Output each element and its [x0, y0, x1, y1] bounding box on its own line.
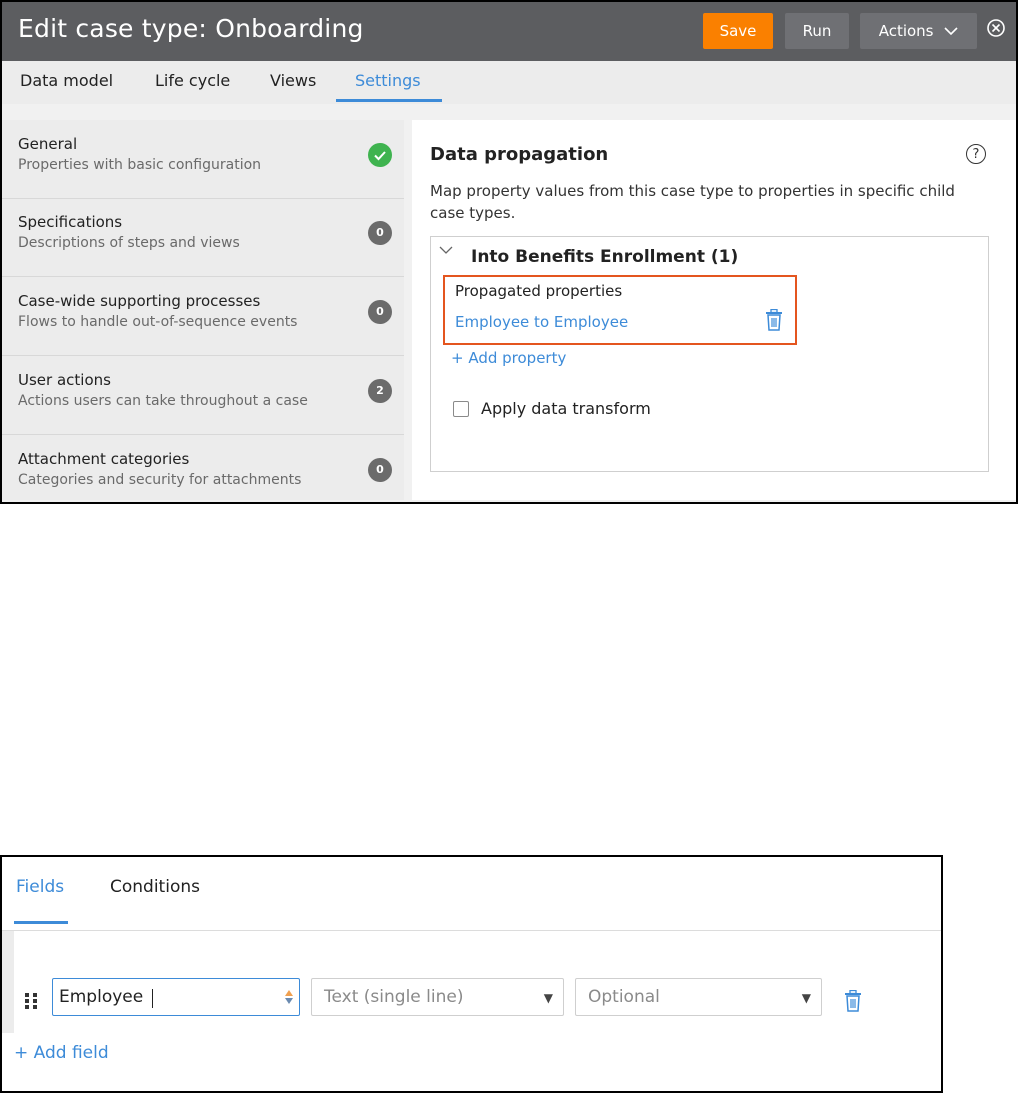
- field-required-select[interactable]: Optional ▼: [575, 978, 822, 1016]
- sidebar-item-general[interactable]: General Properties with basic configurat…: [2, 120, 404, 199]
- tab-conditions[interactable]: Conditions: [110, 877, 200, 897]
- tab-fields[interactable]: Fields: [16, 877, 64, 897]
- sidebar-item-description: Descriptions of steps and views: [18, 235, 240, 251]
- sidebar-item-label: Specifications: [18, 213, 123, 231]
- sidebar-item-label: Case-wide supporting processes: [18, 292, 261, 310]
- check-icon: [368, 143, 392, 167]
- sidebar-item-description: Actions users can take throughout a case: [18, 393, 308, 409]
- chevron-down-icon: [944, 22, 958, 40]
- active-tab-indicator: [336, 99, 442, 102]
- sidebar-item-description: Flows to handle out-of-sequence events: [18, 314, 298, 330]
- settings-sidebar: General Properties with basic configurat…: [2, 120, 404, 500]
- actions-button[interactable]: Actions: [860, 13, 977, 49]
- text-caret: [152, 989, 153, 1008]
- propagated-properties-box: Propagated properties Employee to Employ…: [443, 275, 797, 345]
- field-name-input[interactable]: Employee: [52, 978, 300, 1016]
- add-field-link[interactable]: + Add field: [14, 1043, 109, 1063]
- add-property-link[interactable]: + Add property: [451, 349, 566, 367]
- sidebar-item-user-actions[interactable]: User actions Actions users can take thro…: [2, 356, 404, 435]
- chevron-down-icon[interactable]: [439, 243, 453, 257]
- actions-label: Actions: [878, 22, 934, 40]
- page-title: Edit case type: Onboarding: [18, 14, 364, 43]
- group-title: Into Benefits Enrollment (1): [471, 247, 739, 267]
- field-name-value: Employee: [59, 987, 144, 1007]
- count-badge: 0: [368, 300, 392, 324]
- dropdown-arrow-icon: ▼: [801, 991, 811, 1005]
- sidebar-item-description: Properties with basic configuration: [18, 157, 262, 173]
- title-bar: Edit case type: Onboarding Save Run Acti…: [2, 2, 1016, 61]
- properties-heading: Propagated properties: [455, 282, 623, 300]
- tab-views[interactable]: Views: [270, 71, 316, 90]
- field-required-value: Optional: [588, 987, 660, 1007]
- tab-data-model[interactable]: Data model: [20, 71, 113, 90]
- drag-handle-icon[interactable]: [24, 992, 38, 1010]
- section-description: Map property values from this case type …: [430, 182, 955, 222]
- run-button[interactable]: Run: [785, 13, 849, 49]
- sidebar-item-description: Categories and security for attachments: [18, 472, 302, 488]
- property-mapping-link[interactable]: Employee to Employee: [455, 313, 628, 331]
- data-propagation-panel: Data propagation ? Map property values f…: [412, 120, 1016, 500]
- case-type-editor: Edit case type: Onboarding Save Run Acti…: [0, 0, 1018, 504]
- trash-icon[interactable]: [765, 309, 783, 331]
- field-type-value: Text (single line): [324, 987, 464, 1007]
- dropdown-arrow-icon: ▼: [543, 991, 553, 1005]
- sidebar-item-specifications[interactable]: Specifications Descriptions of steps and…: [2, 198, 404, 277]
- count-badge: 0: [368, 221, 392, 245]
- sidebar-item-attachment-categories[interactable]: Attachment categories Categories and sec…: [2, 435, 404, 502]
- sidebar-item-supporting-processes[interactable]: Case-wide supporting processes Flows to …: [2, 277, 404, 356]
- editor-tabs: Data model Life cycle Views Settings: [2, 61, 1016, 104]
- close-icon[interactable]: [986, 18, 1006, 38]
- trash-icon[interactable]: [844, 990, 862, 1012]
- tab-life-cycle[interactable]: Life cycle: [155, 71, 230, 90]
- tab-settings[interactable]: Settings: [355, 71, 421, 90]
- sidebar-item-label: Attachment categories: [18, 450, 190, 468]
- apply-data-transform-label: Apply data transform: [481, 399, 651, 418]
- active-tab-indicator: [14, 921, 68, 924]
- sidebar-item-label: General: [18, 135, 78, 153]
- field-type-select[interactable]: Text (single line) ▼: [311, 978, 564, 1016]
- fields-editor: Fields Conditions Employee Text (single …: [0, 855, 943, 1093]
- sort-arrows-icon[interactable]: [284, 989, 294, 1005]
- divider: [2, 930, 941, 931]
- row-gutter: [2, 931, 14, 1033]
- count-badge: 0: [368, 458, 392, 482]
- count-badge: 2: [368, 379, 392, 403]
- save-button[interactable]: Save: [703, 13, 773, 49]
- sidebar-item-label: User actions: [18, 371, 111, 389]
- child-case-group: Into Benefits Enrollment (1) Propagated …: [430, 236, 989, 472]
- section-title: Data propagation: [430, 144, 609, 165]
- apply-data-transform-checkbox[interactable]: [453, 401, 469, 417]
- help-icon[interactable]: ?: [966, 144, 986, 164]
